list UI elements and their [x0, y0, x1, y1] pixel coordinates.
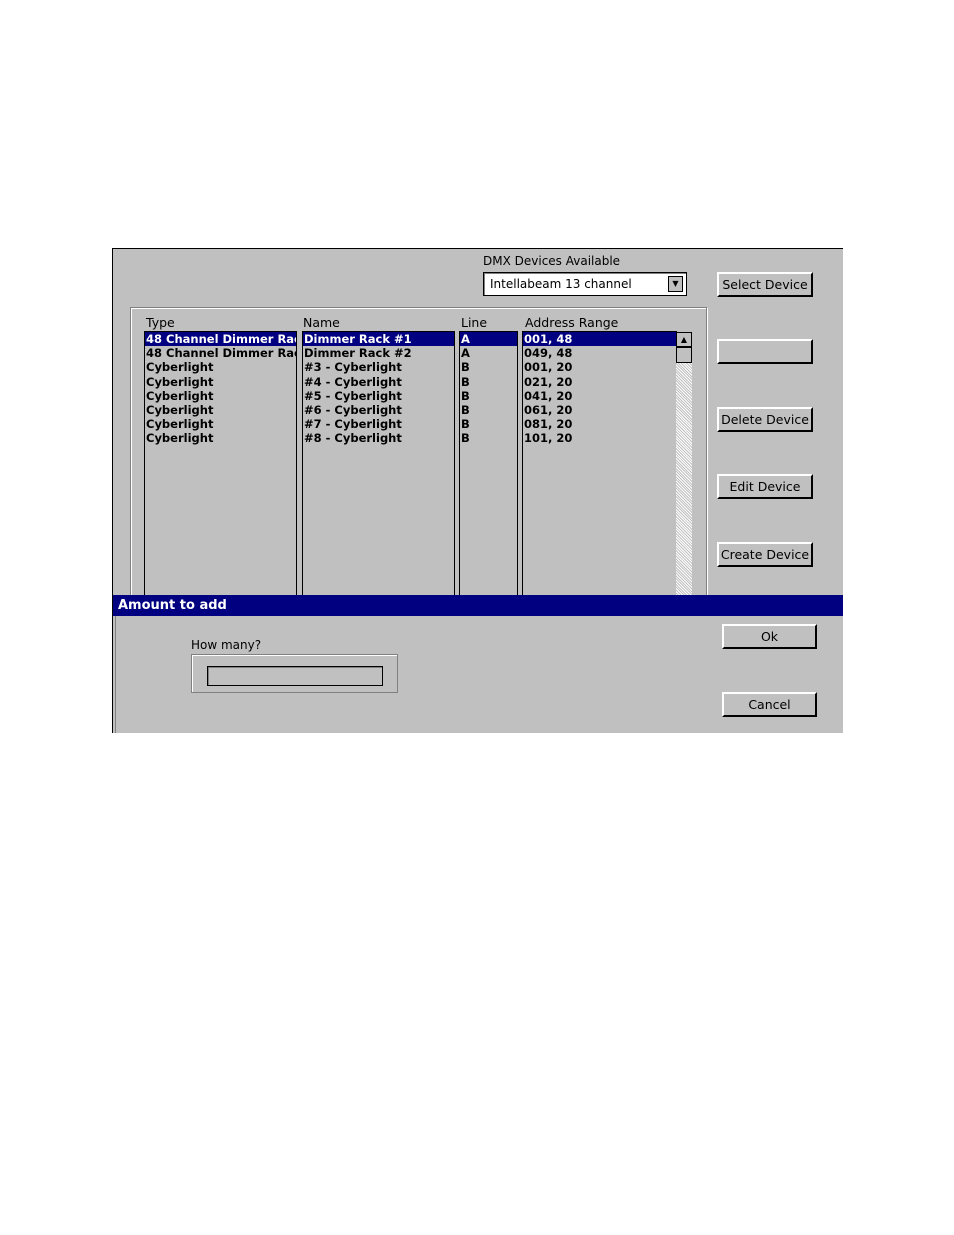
table-cell-type[interactable]: Cyberlight — [145, 375, 296, 389]
table-cell-address[interactable]: 021, 20 — [523, 375, 676, 389]
table-cell-type[interactable]: 48 Channel Dimmer Rack — [145, 346, 296, 360]
blank-button[interactable] — [717, 339, 813, 364]
table-cell-address[interactable]: 041, 20 — [523, 389, 676, 403]
table-cell-type[interactable]: 48 Channel Dimmer Rack — [145, 332, 296, 347]
table-cell-name[interactable]: #8 - Cyberlight — [303, 431, 454, 445]
table-cell-name[interactable]: #4 - Cyberlight — [303, 375, 454, 389]
table-cell-line[interactable]: A — [460, 332, 517, 347]
table-cell-address[interactable]: 049, 48 — [523, 346, 676, 360]
scroll-thumb[interactable] — [676, 347, 692, 363]
select-device-button[interactable]: Select Device — [717, 272, 813, 297]
list-scrollbar[interactable]: ▲ — [676, 332, 692, 602]
table-cell-line[interactable]: B — [460, 375, 517, 389]
table-cell-line[interactable]: A — [460, 346, 517, 360]
how-many-input[interactable] — [207, 666, 383, 686]
table-cell-name[interactable]: Dimmer Rack #1 — [303, 332, 454, 347]
table-cell-type[interactable]: Cyberlight — [145, 403, 296, 417]
table-cell-address[interactable]: 001, 48 — [523, 332, 676, 347]
chevron-down-icon[interactable]: ▼ — [668, 276, 683, 292]
table-cell-name[interactable]: Dimmer Rack #2 — [303, 346, 454, 360]
address-list[interactable]: 001, 48 049, 48 001, 20 021, 20 041, 20 061, … — [522, 331, 677, 601]
table-cell-address[interactable]: 001, 20 — [523, 360, 676, 374]
name-list[interactable]: Dimmer Rack #1 Dimmer Rack #2 #3 - Cyberli… — [302, 331, 455, 601]
table-cell-name[interactable]: #5 - Cyberlight — [303, 389, 454, 403]
scroll-up-arrow-icon[interactable]: ▲ — [676, 332, 692, 347]
table-cell-type[interactable]: Cyberlight — [145, 389, 296, 403]
table-cell-line[interactable]: B — [460, 389, 517, 403]
table-cell-line[interactable]: B — [460, 403, 517, 417]
type-list[interactable]: 48 Channel Dimmer Rack 48 Channel Dimmer … — [144, 331, 297, 601]
table-cell-type[interactable]: Cyberlight — [145, 360, 296, 374]
dmx-devices-dropdown[interactable]: Intellabeam 13 channel ▼ — [483, 272, 687, 296]
delete-device-button[interactable]: Delete Device — [717, 407, 813, 432]
ok-button[interactable]: Ok — [722, 624, 817, 649]
amount-dialog: How many? Ok Cancel — [115, 616, 843, 733]
table-cell-line[interactable]: B — [460, 360, 517, 374]
table-cell-name[interactable]: #6 - Cyberlight — [303, 403, 454, 417]
table-cell-address[interactable]: 061, 20 — [523, 403, 676, 417]
create-device-button[interactable]: Create Device — [717, 542, 813, 567]
cancel-button[interactable]: Cancel — [722, 692, 817, 717]
table-cell-name[interactable]: #3 - Cyberlight — [303, 360, 454, 374]
edit-device-button[interactable]: Edit Device — [717, 474, 813, 499]
table-cell-line[interactable]: B — [460, 431, 517, 445]
how-many-group — [191, 654, 398, 693]
table-cell-address[interactable]: 081, 20 — [523, 417, 676, 431]
line-list[interactable]: AABBBBBB — [459, 331, 518, 601]
dmx-devices-selected: Intellabeam 13 channel — [490, 277, 632, 291]
dmx-devices-label: DMX Devices Available — [483, 254, 621, 268]
table-cell-type[interactable]: Cyberlight — [145, 431, 296, 445]
table-cell-address[interactable]: 101, 20 — [523, 431, 676, 445]
header-type: Type — [146, 315, 175, 330]
table-cell-name[interactable]: #7 - Cyberlight — [303, 417, 454, 431]
header-address-range: Address Range — [525, 315, 619, 330]
device-manager-window: DMX Devices Available Intellabeam 13 cha… — [112, 248, 843, 733]
how-many-label: How many? — [191, 638, 262, 652]
dialog-title: Amount to add — [113, 595, 843, 616]
header-line: Line — [461, 315, 488, 330]
table-cell-line[interactable]: B — [460, 417, 517, 431]
header-name: Name — [303, 315, 340, 330]
table-cell-type[interactable]: Cyberlight — [145, 417, 296, 431]
